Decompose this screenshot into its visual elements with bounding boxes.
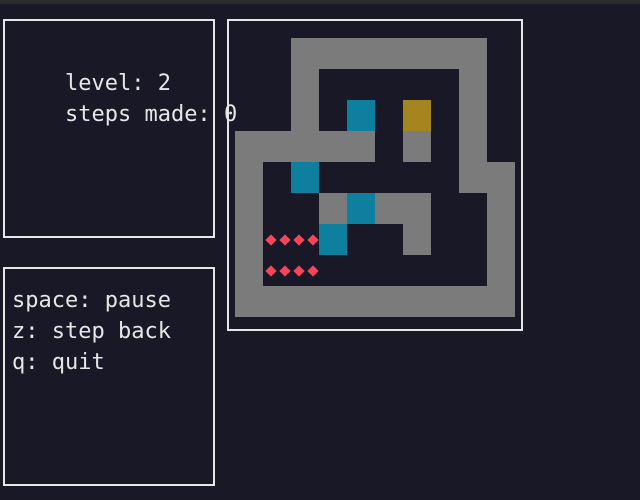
wall-tile bbox=[487, 255, 515, 286]
wall-tile bbox=[263, 131, 291, 162]
wall-tile bbox=[459, 162, 487, 193]
wall-tile bbox=[403, 38, 431, 69]
box-tile bbox=[319, 224, 347, 255]
goal-diamond-icon bbox=[279, 265, 291, 277]
game-board bbox=[229, 21, 521, 329]
wall-tile bbox=[375, 193, 403, 224]
wall-tile bbox=[375, 38, 403, 69]
wall-tile bbox=[291, 286, 319, 317]
status-panel: level: 2 steps made: 0 bbox=[3, 19, 237, 238]
wall-tile bbox=[235, 286, 263, 317]
wall-tile bbox=[291, 131, 319, 162]
goal-diamond-icon bbox=[293, 234, 305, 246]
wall-tile bbox=[403, 131, 431, 162]
wall-tile bbox=[347, 131, 375, 162]
wall-tile bbox=[347, 286, 375, 317]
wall-tile bbox=[319, 286, 347, 317]
wall-tile bbox=[403, 224, 431, 255]
box-tile bbox=[347, 100, 375, 131]
box-tile bbox=[291, 162, 319, 193]
game-board-panel bbox=[227, 19, 523, 331]
wall-tile bbox=[487, 193, 515, 224]
steps-label: steps made: bbox=[64, 102, 211, 127]
wall-tile bbox=[403, 193, 431, 224]
wall-tile bbox=[235, 131, 263, 162]
wall-tile bbox=[459, 100, 487, 131]
wall-tile bbox=[291, 38, 319, 69]
top-bar bbox=[0, 0, 640, 4]
help-panel: space: pause z: step back q: quit bbox=[3, 267, 215, 486]
wall-tile bbox=[263, 286, 291, 317]
goal-diamond-icon bbox=[307, 265, 319, 277]
wall-tile bbox=[431, 286, 459, 317]
goal-diamond-icon bbox=[293, 265, 305, 277]
wall-tile bbox=[291, 100, 319, 131]
goal-diamond-icon bbox=[307, 234, 319, 246]
wall-tile bbox=[487, 162, 515, 193]
wall-tile bbox=[403, 286, 431, 317]
wall-tile bbox=[291, 69, 319, 100]
wall-tile bbox=[235, 193, 263, 224]
wall-tile bbox=[319, 38, 347, 69]
wall-tile bbox=[235, 255, 263, 286]
help-pause: space: pause bbox=[12, 288, 171, 313]
wall-tile bbox=[459, 38, 487, 69]
goal-diamond-icon bbox=[265, 234, 277, 246]
goal-diamond-icon bbox=[279, 234, 291, 246]
player-tile bbox=[403, 100, 431, 131]
goal-markers bbox=[265, 232, 319, 248]
steps-counter: steps made: 0 bbox=[12, 68, 237, 161]
help-quit: q: quit bbox=[12, 350, 105, 375]
wall-tile bbox=[487, 286, 515, 317]
help-step-back: z: step back bbox=[12, 319, 171, 344]
wall-tile bbox=[235, 162, 263, 193]
wall-tile bbox=[319, 131, 347, 162]
wall-tile bbox=[431, 38, 459, 69]
goal-markers bbox=[265, 263, 319, 279]
wall-tile bbox=[487, 224, 515, 255]
wall-tile bbox=[347, 38, 375, 69]
wall-tile bbox=[459, 286, 487, 317]
wall-tile bbox=[375, 286, 403, 317]
wall-tile bbox=[319, 193, 347, 224]
wall-tile bbox=[459, 69, 487, 100]
box-tile bbox=[347, 193, 375, 224]
wall-tile bbox=[459, 131, 487, 162]
goal-diamond-icon bbox=[265, 265, 277, 277]
wall-tile bbox=[235, 224, 263, 255]
